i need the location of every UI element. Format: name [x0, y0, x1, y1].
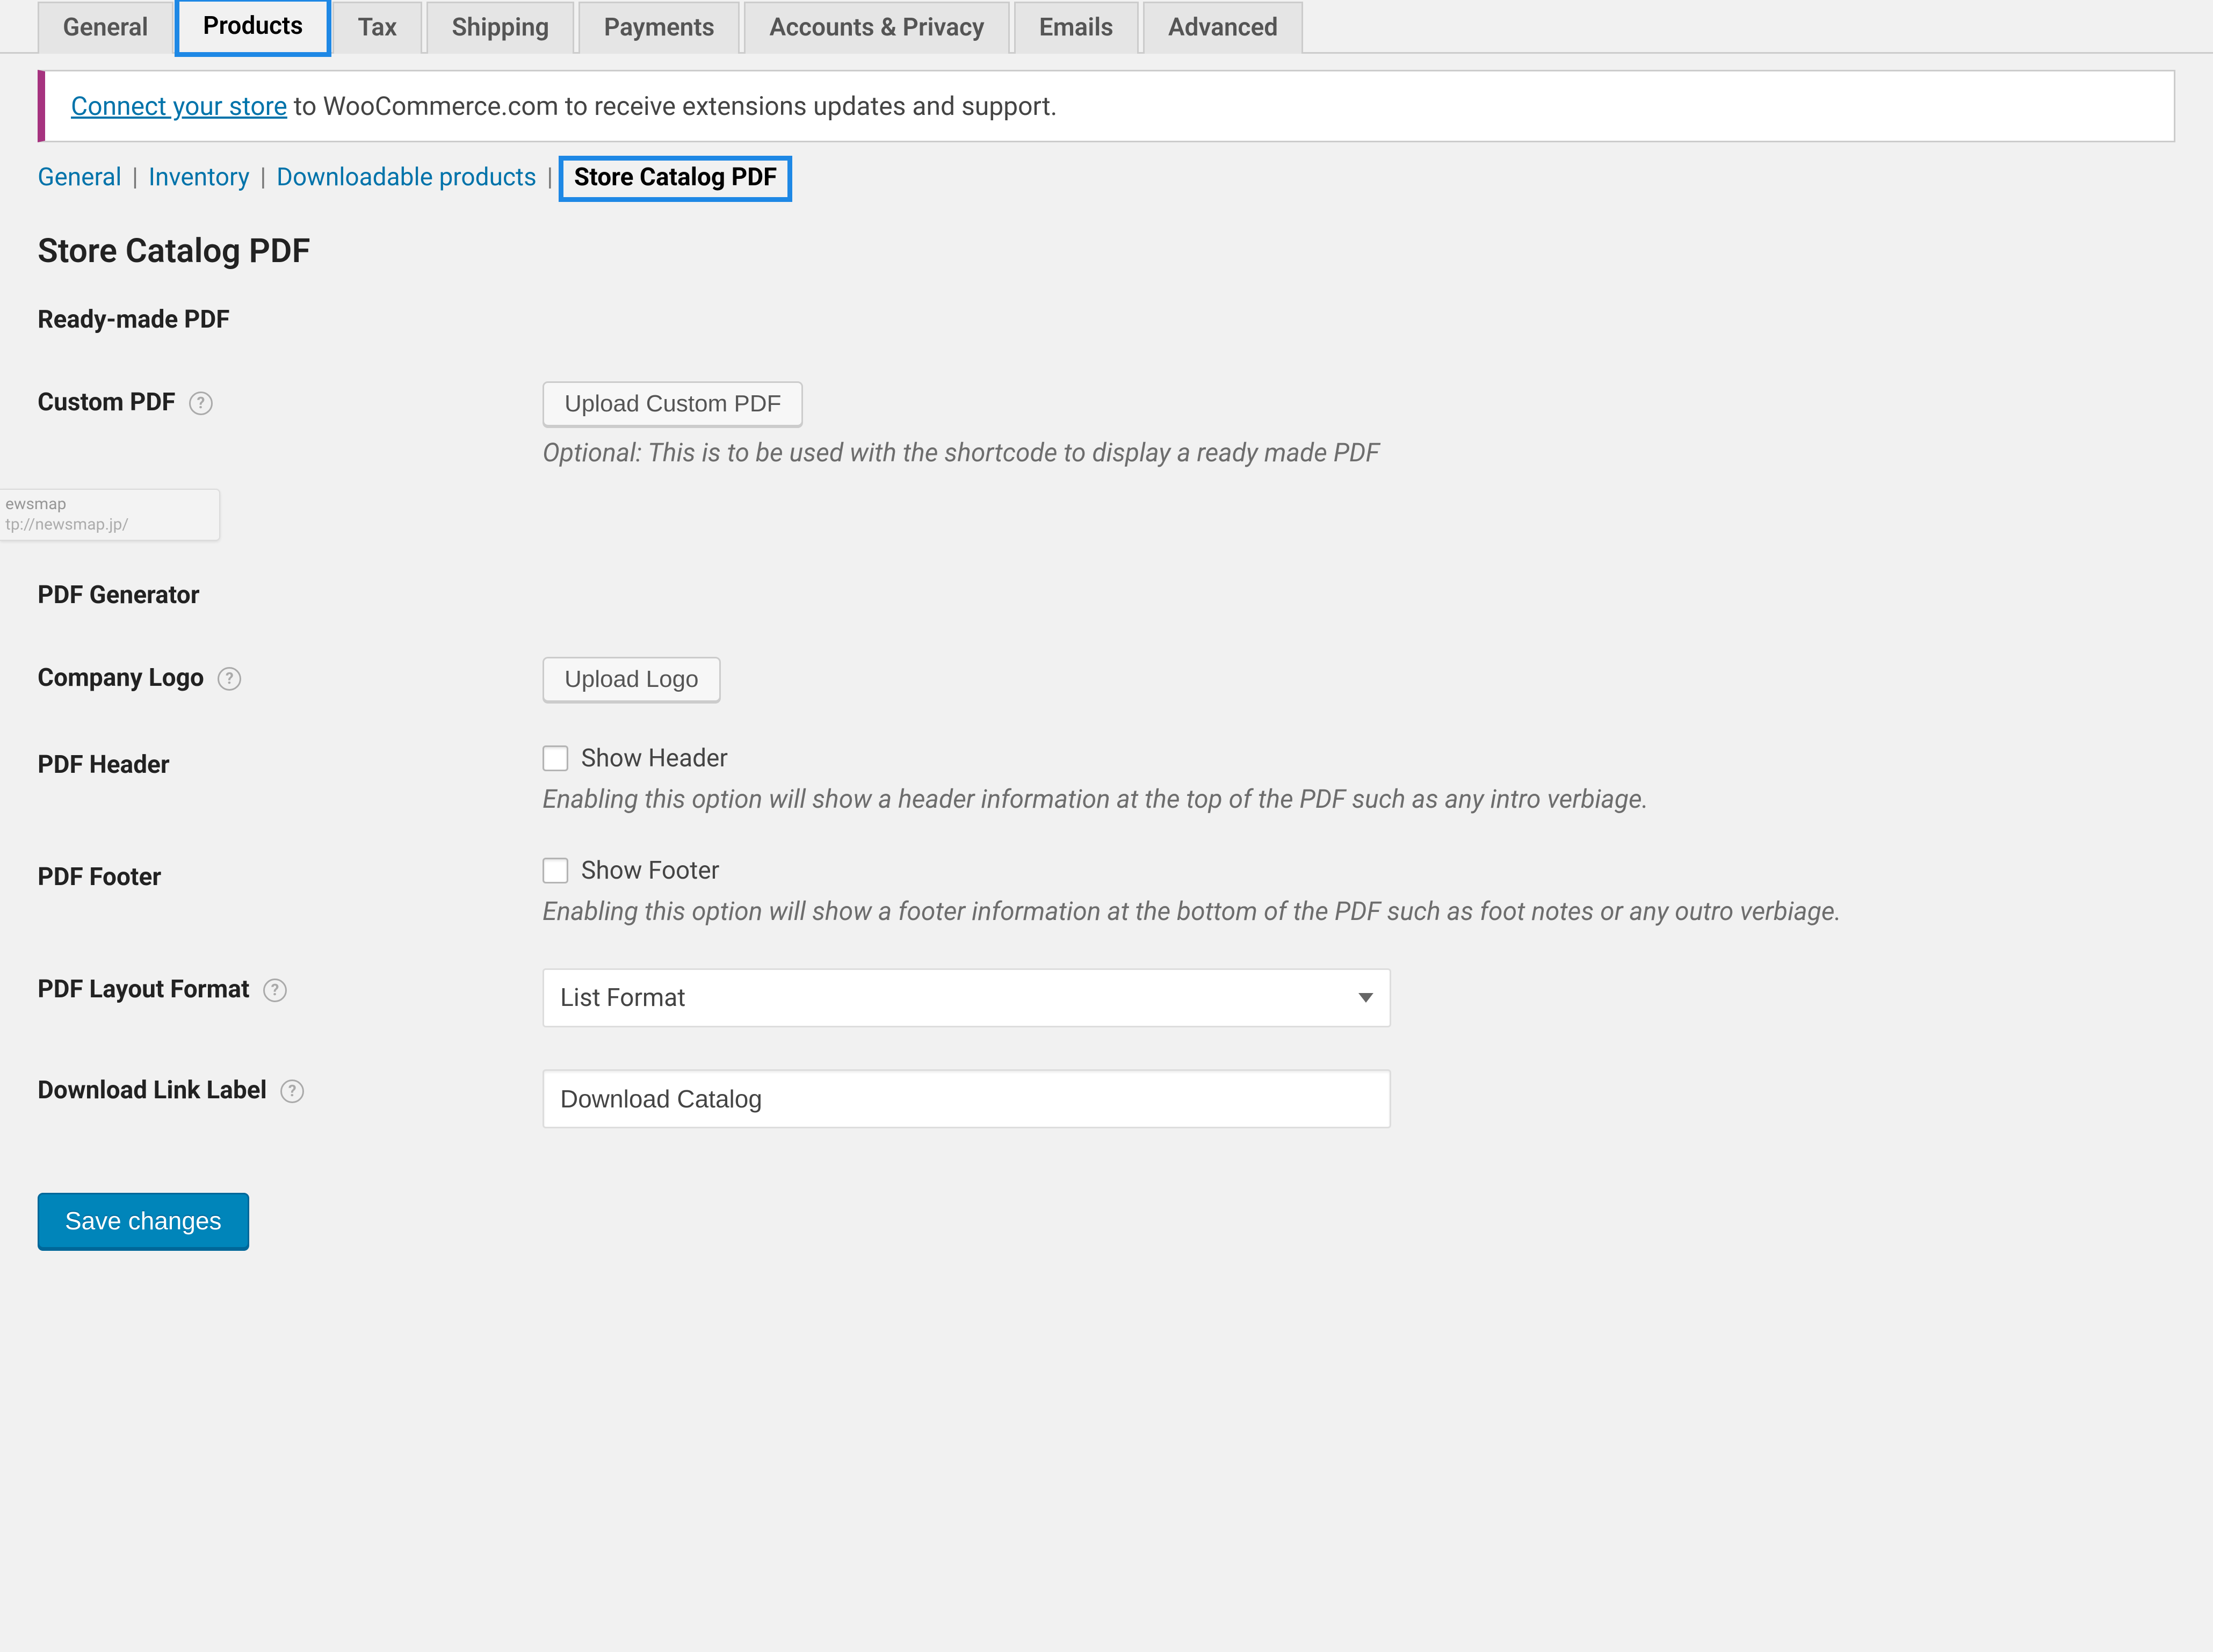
ghost-tab-title: ewsmap — [5, 494, 211, 515]
settings-form: Company Logo ? Upload Logo PDF Header Sh… — [38, 647, 2186, 1161]
ghost-tab-url: tp://newsmap.jp/ — [5, 515, 211, 535]
connect-store-notice: Connect your store to WooCommerce.com to… — [38, 70, 2175, 142]
pdf-header-description: Enabling this option will show a header … — [543, 784, 2186, 814]
products-subnav: General | Inventory | Downloadable produ… — [38, 161, 2175, 197]
help-icon[interactable]: ? — [189, 392, 213, 415]
subnav-inventory[interactable]: Inventory — [148, 163, 249, 192]
subnav-store-catalog-pdf[interactable]: Store Catalog PDF — [574, 163, 777, 192]
settings-form: Custom PDF ? Upload Custom PDF Optional:… — [38, 372, 2186, 500]
help-icon[interactable]: ? — [218, 667, 241, 691]
tab-emails[interactable]: Emails — [1014, 2, 1139, 54]
tab-accounts-privacy[interactable]: Accounts & Privacy — [744, 2, 1009, 54]
upload-logo-button[interactable]: Upload Logo — [543, 657, 721, 702]
tab-general[interactable]: General — [38, 2, 173, 54]
show-header-label: Show Header — [581, 744, 728, 773]
label-pdf-header: PDF Header — [38, 750, 170, 779]
download-link-label-input[interactable] — [543, 1069, 1391, 1128]
label-pdf-layout-format: PDF Layout Format — [38, 975, 250, 1004]
page-title: Store Catalog PDF — [38, 231, 2213, 271]
help-icon[interactable]: ? — [280, 1079, 304, 1103]
tab-payments[interactable]: Payments — [578, 2, 740, 54]
subnav-separator: | — [547, 163, 559, 192]
tab-tax[interactable]: Tax — [332, 2, 422, 54]
subnav-general[interactable]: General — [38, 163, 121, 192]
tab-advanced[interactable]: Advanced — [1143, 2, 1303, 54]
tab-products[interactable]: Products — [178, 0, 328, 54]
settings-tabs: General Products Tax Shipping Payments A… — [0, 0, 2213, 54]
label-custom-pdf: Custom PDF — [38, 388, 176, 417]
label-company-logo: Company Logo — [38, 663, 204, 692]
label-pdf-footer: PDF Footer — [38, 863, 161, 892]
connect-store-link[interactable]: Connect your store — [71, 91, 287, 121]
save-changes-button[interactable]: Save changes — [38, 1193, 249, 1249]
layout-format-select[interactable]: List Format — [543, 968, 1391, 1027]
subnav-downloadable-products[interactable]: Downloadable products — [277, 163, 537, 192]
section-ready-made-pdf: Ready-made PDF — [38, 305, 2213, 334]
show-header-checkbox[interactable] — [543, 745, 568, 771]
custom-pdf-description: Optional: This is to be used with the sh… — [543, 437, 2186, 468]
background-browser-tab: ewsmap tp://newsmap.jp/ — [0, 489, 220, 541]
tab-shipping[interactable]: Shipping — [426, 2, 574, 54]
help-icon[interactable]: ? — [263, 979, 287, 1002]
subnav-separator: | — [260, 163, 272, 192]
subnav-separator: | — [132, 163, 144, 192]
notice-text: to WooCommerce.com to receive extensions… — [287, 91, 1057, 121]
chevron-down-icon — [1358, 993, 1373, 1003]
upload-custom-pdf-button[interactable]: Upload Custom PDF — [543, 381, 803, 426]
show-footer-label: Show Footer — [581, 856, 719, 885]
show-footer-checkbox[interactable] — [543, 858, 568, 883]
section-pdf-generator: PDF Generator — [38, 581, 2213, 610]
layout-format-selected: List Format — [560, 983, 685, 1012]
pdf-footer-description: Enabling this option will show a footer … — [543, 896, 2186, 926]
label-download-link-label: Download Link Label — [38, 1076, 267, 1105]
